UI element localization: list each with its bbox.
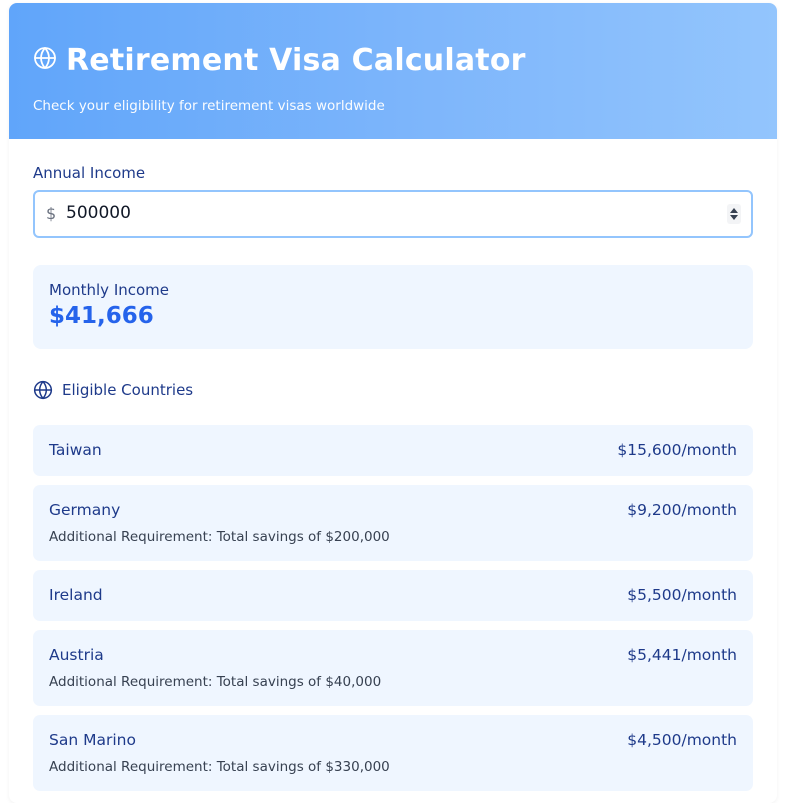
country-item-taiwan: Taiwan $15,600/month [33,425,753,476]
monthly-income-label: Monthly Income [49,281,170,299]
country-name: Austria [49,646,104,664]
currency-symbol: $ [46,204,57,223]
country-item-san-marino: San Marino $4,500/month Additional Requi… [33,715,753,791]
annual-income-field[interactable]: $ [33,190,753,238]
page-title: Retirement Visa Calculator [33,43,526,78]
page-subtitle: Check your eligibility for retirement vi… [33,98,385,114]
monthly-income-panel: Monthly Income $41,666 [33,265,753,349]
eligible-countries-heading: Eligible Countries [33,380,193,400]
stepper-down-icon[interactable] [730,215,738,220]
country-requirement: Additional Requirement: Total savings of… [49,529,390,545]
globe-icon [33,380,53,400]
globe-icon [34,46,56,69]
header-banner: Retirement Visa Calculator Check your el… [9,3,777,139]
country-name: Ireland [49,586,103,604]
annual-income-label: Annual Income [33,164,146,182]
eligible-countries-title: Eligible Countries [62,381,194,399]
country-item-ireland: Ireland $5,500/month [33,570,753,621]
country-amount: $5,500/month [627,586,737,604]
country-amount: $5,441/month [627,646,737,664]
calculator-card: Retirement Visa Calculator Check your el… [9,3,777,803]
page-title-text: Retirement Visa Calculator [66,43,526,78]
country-amount: $9,200/month [627,501,737,519]
country-item-austria: Austria $5,441/month Additional Requirem… [33,630,753,706]
country-requirement: Additional Requirement: Total savings of… [49,674,382,690]
country-list: Taiwan $15,600/month Germany $9,200/mont… [33,425,753,800]
country-name: Germany [49,501,121,519]
country-amount: $15,600/month [617,441,737,459]
country-name: Taiwan [49,441,102,459]
country-name: San Marino [49,731,136,749]
country-requirement: Additional Requirement: Total savings of… [49,759,390,775]
country-item-germany: Germany $9,200/month Additional Requirem… [33,485,753,561]
monthly-income-value: $41,666 [49,303,154,329]
country-amount: $4,500/month [627,731,737,749]
annual-income-input[interactable] [66,198,706,228]
number-stepper[interactable] [727,204,741,224]
stepper-up-icon[interactable] [730,208,738,213]
